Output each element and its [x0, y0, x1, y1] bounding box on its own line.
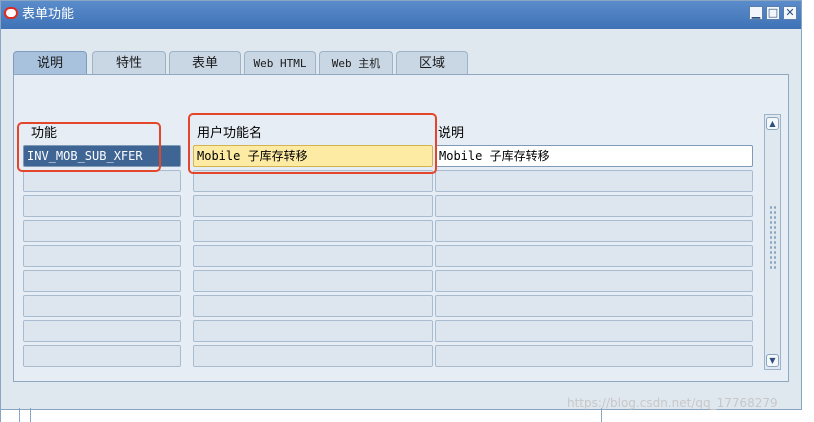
cell-description-row-2[interactable] [435, 170, 753, 192]
cell-user-function-name-row-6[interactable] [193, 270, 433, 292]
cell-user-function-name-row-5[interactable] [193, 245, 433, 267]
window-controls: ▁ □ ✕ [749, 6, 797, 20]
cell-description-row-4[interactable] [435, 220, 753, 242]
cell-description-row-5[interactable] [435, 245, 753, 267]
cell-user-function-name-row-9[interactable] [193, 345, 433, 367]
cell-function-row-2[interactable] [23, 170, 181, 192]
form-functions-window: 表单功能 ▁ □ ✕ 说明 特性 表单 Web HTML Web 主机 区域 功… [0, 0, 802, 410]
cell-description-row-7[interactable] [435, 295, 753, 317]
cell-description-row-8[interactable] [435, 320, 753, 342]
maximize-button[interactable]: □ [766, 6, 780, 20]
tab-web-html[interactable]: Web HTML [244, 51, 316, 75]
cell-function-row-8[interactable] [23, 320, 181, 342]
bottom-divider [19, 408, 31, 422]
cell-user-function-name-row-7[interactable] [193, 295, 433, 317]
window-title: 表单功能 [22, 7, 75, 22]
cell-function-row-6[interactable] [23, 270, 181, 292]
tab-properties[interactable]: 特性 [92, 51, 166, 75]
close-button[interactable]: ✕ [783, 6, 797, 20]
tab-region[interactable]: 区域 [396, 51, 468, 75]
vertical-scrollbar[interactable]: ▲ ▼ [764, 114, 781, 370]
watermark: https://blog.csdn.net/qq_17768279 [567, 396, 778, 410]
cell-description-row-6[interactable] [435, 270, 753, 292]
minimize-button[interactable]: ▁ [749, 6, 763, 20]
column-header-description: 说明 [438, 126, 465, 141]
cell-function-row-7[interactable] [23, 295, 181, 317]
tab-form[interactable]: 表单 [169, 51, 241, 75]
annotation-box-user-function-name [188, 113, 437, 174]
cell-function-row-3[interactable] [23, 195, 181, 217]
cell-user-function-name-row-3[interactable] [193, 195, 433, 217]
tab-web-host[interactable]: Web 主机 [319, 51, 393, 75]
tab-description[interactable]: 说明 [13, 51, 87, 76]
scroll-down-icon[interactable]: ▼ [766, 354, 779, 367]
cell-description-row-3[interactable] [435, 195, 753, 217]
cell-user-function-name-row-8[interactable] [193, 320, 433, 342]
scroll-up-icon[interactable]: ▲ [766, 117, 779, 130]
cell-description-row-9[interactable] [435, 345, 753, 367]
cell-function-row-4[interactable] [23, 220, 181, 242]
bottom-border [0, 408, 602, 422]
scroll-grip-icon[interactable] [769, 205, 776, 269]
cell-function-row-9[interactable] [23, 345, 181, 367]
cell-function-row-5[interactable] [23, 245, 181, 267]
title-bar[interactable]: 表单功能 ▁ □ ✕ [1, 1, 801, 29]
cell-description-row-1[interactable]: Mobile 子库存转移 [435, 145, 753, 167]
cell-user-function-name-row-4[interactable] [193, 220, 433, 242]
oracle-logo-icon [4, 7, 18, 19]
annotation-box-function [17, 122, 161, 172]
